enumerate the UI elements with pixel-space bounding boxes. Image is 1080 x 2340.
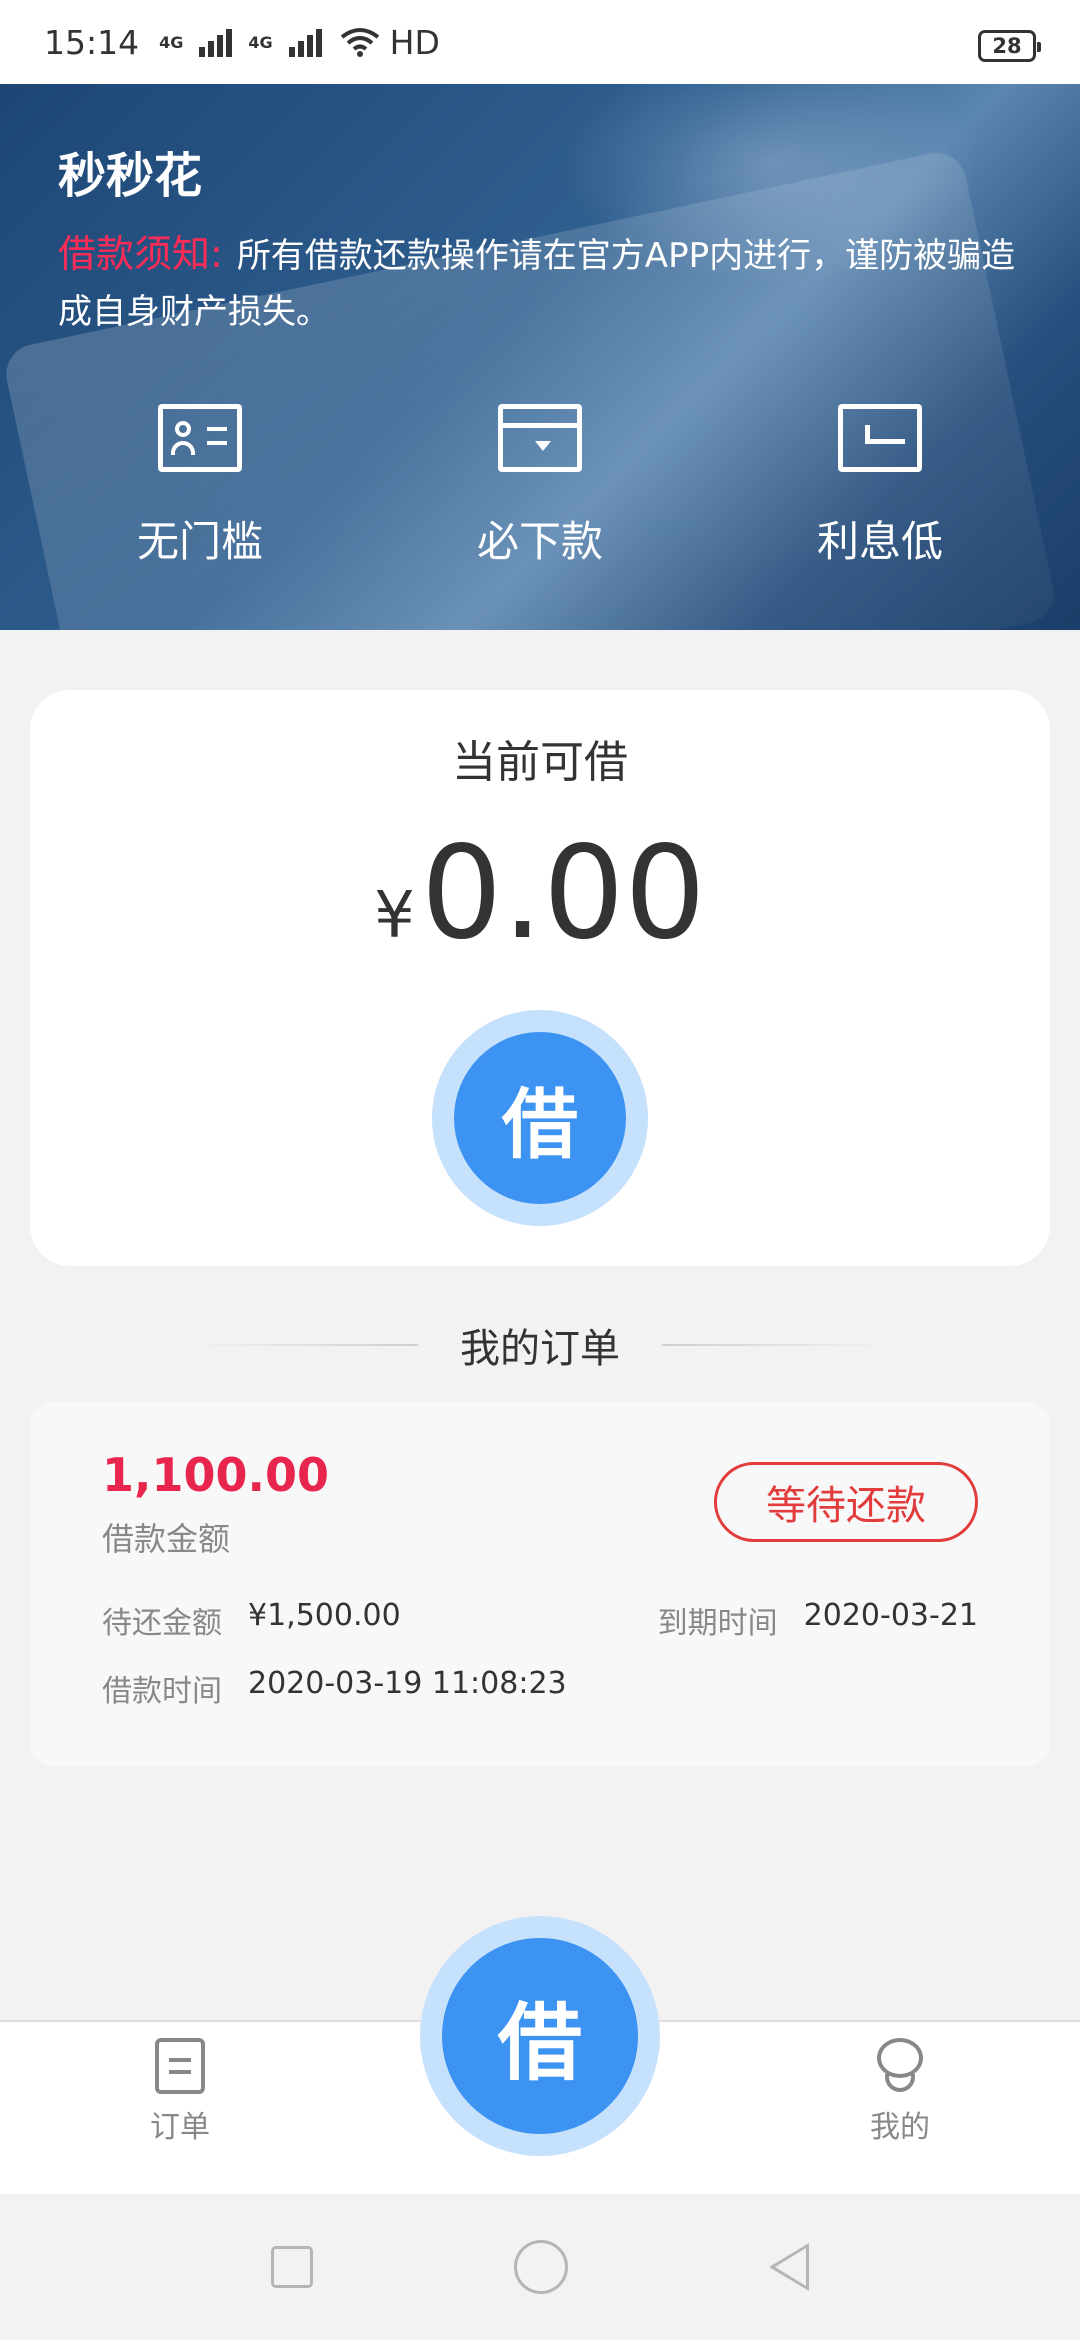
- orders-title: 我的订单: [460, 1326, 620, 1372]
- battery-icon: 28: [978, 30, 1041, 62]
- network-2-label: 4G: [248, 32, 273, 52]
- hd-label: HD: [389, 22, 440, 62]
- due-date-value: 2020-03-21: [803, 1598, 978, 1633]
- status-right: 28: [978, 22, 1041, 62]
- center-borrow-button[interactable]: 借: [420, 1916, 660, 2156]
- nav-orders-label: 订单: [150, 2110, 210, 2145]
- borrow-button-label: 借: [454, 1032, 626, 1204]
- pending-amount-value: ¥1,500.00: [248, 1598, 401, 1633]
- signal-2-icon: [288, 27, 322, 57]
- orders-header: 我的订单: [0, 1316, 1080, 1374]
- document-icon: [155, 2038, 205, 2094]
- pending-amount-row: 待还金额 ¥1,500.00: [102, 1598, 401, 1642]
- status-left: 15:14 4G 4G HD: [44, 23, 440, 62]
- feature-label: 利息低: [816, 517, 943, 566]
- back-icon[interactable]: [769, 2243, 810, 2291]
- notice-label: 借款须知:: [58, 232, 223, 276]
- due-date-label: 到期时间: [657, 1606, 778, 1641]
- nav-mine-label: 我的: [870, 2110, 930, 2145]
- home-icon[interactable]: [513, 2240, 568, 2294]
- pending-amount-label: 待还金额: [102, 1606, 222, 1641]
- status-time: 15:14: [44, 22, 140, 62]
- divider: [662, 1344, 892, 1346]
- user-icon: [875, 2038, 925, 2094]
- id-card-icon: [158, 404, 242, 472]
- feature-guaranteed: 必下款: [390, 404, 690, 569]
- available-title: 当前可借: [452, 737, 628, 788]
- status-bar: 15:14 4G 4G HD 28: [0, 0, 1080, 84]
- divider: [188, 1344, 418, 1346]
- due-date-row: 到期时间 2020-03-21: [658, 1598, 978, 1642]
- order-amount: 1,100.00: [102, 1448, 329, 1502]
- borrow-time-value: 2020-03-19 11:08:23: [248, 1666, 567, 1701]
- status-badge[interactable]: 等待还款: [714, 1462, 978, 1542]
- network-1-label: 4G: [159, 32, 184, 52]
- feature-label: 必下款: [476, 517, 603, 566]
- center-borrow-label: 借: [442, 1938, 638, 2134]
- available-amount: ¥ 0.00: [374, 830, 706, 958]
- available-value: 0.00: [420, 819, 706, 968]
- wifi-icon: [340, 28, 379, 57]
- system-nav-bar: [0, 2194, 1080, 2340]
- feature-no-threshold: 无门槛: [50, 404, 350, 569]
- notice: 借款须知: 所有借款还款操作请在官方APP内进行，谨防被骗造成自身财产损失。: [58, 226, 1028, 340]
- order-amount-label: 借款金额: [102, 1520, 231, 1558]
- nav-mine[interactable]: 我的: [820, 2038, 980, 2146]
- app-title: 秒秒花: [58, 148, 203, 204]
- recent-apps-icon[interactable]: [270, 2246, 313, 2288]
- borrow-button[interactable]: 借: [432, 1010, 648, 1226]
- order-card[interactable]: 1,100.00 借款金额 等待还款 待还金额 ¥1,500.00 到期时间 2…: [30, 1402, 1050, 1766]
- borrow-time-row: 借款时间 2020-03-19 11:08:23: [102, 1666, 567, 1710]
- currency-symbol: ¥: [374, 879, 415, 953]
- feature-label: 无门槛: [136, 517, 263, 566]
- banner: 秒秒花 借款须知: 所有借款还款操作请在官方APP内进行，谨防被骗造成自身财产损失…: [0, 84, 1080, 630]
- nav-orders[interactable]: 订单: [100, 2038, 260, 2146]
- available-card: 当前可借 ¥ 0.00 借: [30, 690, 1050, 1266]
- features: 无门槛 必下款 利息低: [0, 404, 1080, 569]
- signal-1-icon: [199, 27, 233, 57]
- feature-low-interest: 利息低: [730, 404, 1030, 569]
- borrow-time-label: 借款时间: [102, 1674, 222, 1709]
- wallet-icon: [498, 404, 582, 472]
- low-arrow-icon: [838, 404, 922, 472]
